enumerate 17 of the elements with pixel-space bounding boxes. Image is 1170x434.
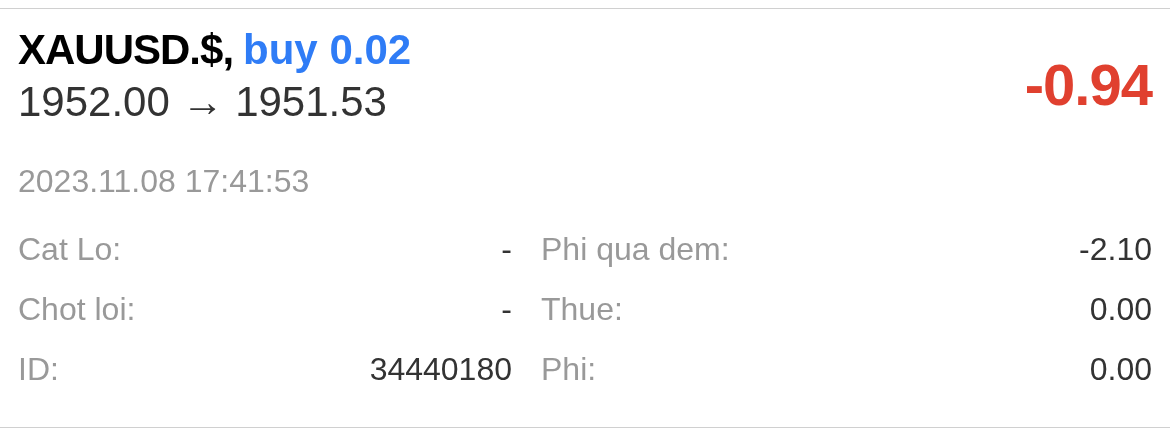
detail-value: - — [501, 230, 512, 269]
profit-value: -0.94 — [1024, 53, 1152, 117]
detail-label: ID: — [18, 350, 59, 389]
detail-value: 34440180 — [369, 350, 512, 389]
price-change-label: 1952.00 → 1951.53 — [18, 77, 388, 127]
detail-label: Chot loi: — [18, 290, 136, 329]
detail-value: 0.00 — [1089, 350, 1152, 389]
detail-label: Cat Lo: — [18, 230, 122, 269]
detail-value: -2.10 — [1079, 230, 1152, 269]
symbol-label: XAUUSD.$, — [18, 27, 234, 73]
order-label: buy 0.02 — [243, 27, 412, 73]
detail-label: Phi qua dem: — [541, 230, 730, 269]
detail-label: Phi: — [541, 350, 597, 389]
detail-value: 0.00 — [1089, 290, 1152, 329]
timestamp-label: 2023.11.08 17:41:53 — [18, 163, 310, 199]
detail-value: - — [501, 290, 512, 329]
detail-label: Thue: — [541, 290, 623, 329]
